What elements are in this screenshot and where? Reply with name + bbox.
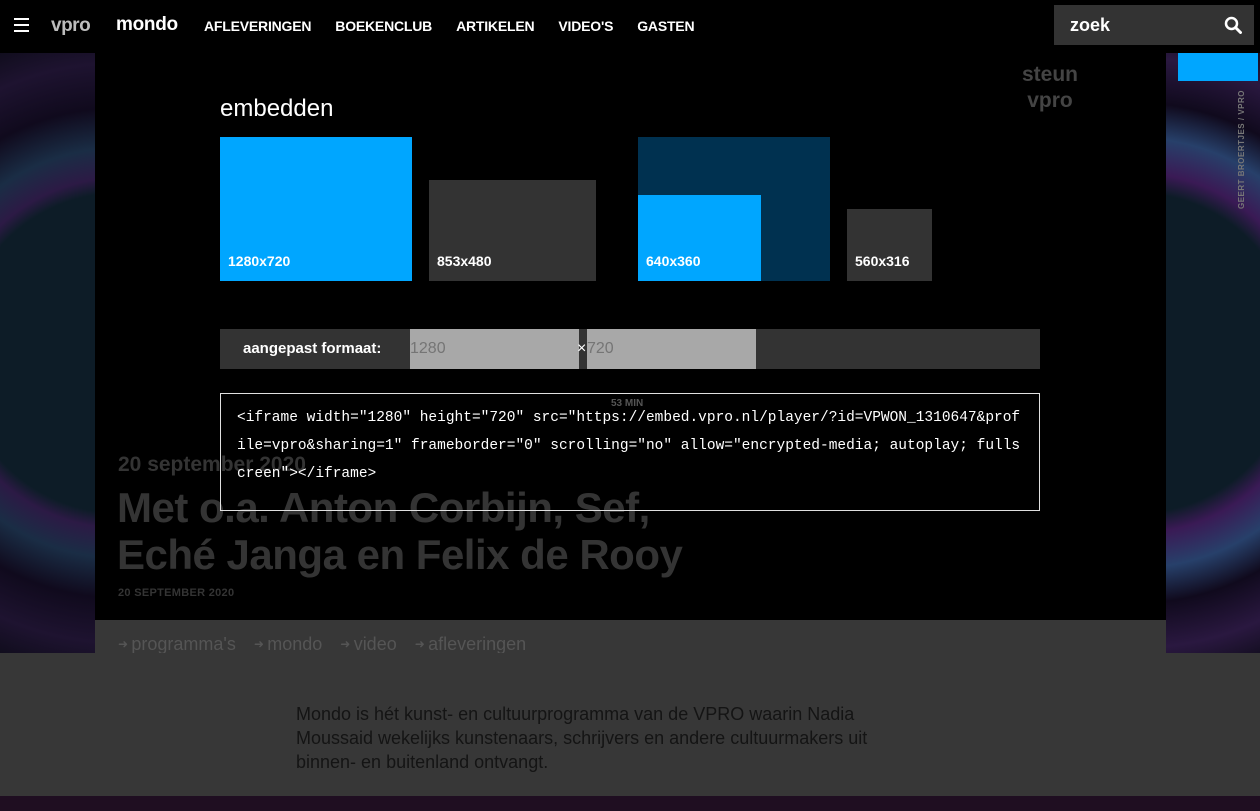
embed-title: embedden — [220, 95, 334, 122]
custom-size-label: aangepast formaat: — [243, 340, 382, 357]
crumb-video[interactable]: video — [340, 634, 397, 655]
size-option-853x480[interactable]: 853x480 — [429, 180, 596, 281]
times-sign: × — [577, 340, 587, 357]
menu-icon[interactable] — [14, 18, 29, 32]
episode-subdate: 20 SEPTEMBER 2020 — [118, 587, 235, 599]
size-label: 1280x720 — [228, 253, 291, 269]
size-option-640x360[interactable]: 640x360 — [638, 195, 761, 281]
nav-gasten[interactable]: GASTEN — [637, 18, 694, 34]
steun-line: steun — [1021, 63, 1078, 86]
vpro-logo[interactable]: vpro — [51, 15, 91, 37]
mondo-logo[interactable]: mondo — [116, 14, 178, 36]
search-box — [1054, 5, 1254, 45]
background-art-left — [0, 53, 95, 653]
steun-vpro-link[interactable]: steun vpro — [1010, 62, 1090, 114]
custom-width-input[interactable] — [410, 329, 579, 369]
footer-strip — [0, 796, 1260, 811]
crumb-afleveringen[interactable]: afleveringen — [415, 634, 526, 655]
photo-credit: GEERT BROERTJES / VPRO — [1237, 90, 1246, 210]
main-nav: AFLEVERINGEN BOEKENCLUB ARTIKELEN VIDEO'… — [204, 18, 695, 34]
size-label: 560x316 — [855, 253, 910, 269]
size-option-560x316[interactable]: 560x316 — [847, 209, 932, 281]
nav-afleveringen[interactable]: AFLEVERINGEN — [204, 18, 311, 34]
vpro-line: vpro — [1027, 89, 1073, 112]
nav-videos[interactable]: VIDEO'S — [558, 18, 613, 34]
breadcrumb: programma's mondo video afleveringen — [118, 634, 526, 655]
episode-title-line2: Eché Janga en Felix de Rooy — [117, 531, 683, 578]
program-description: Mondo is hét kunst- en cultuurprogramma … — [296, 704, 868, 772]
size-label: 853x480 — [437, 253, 492, 269]
top-navigation: vpro mondo AFLEVERINGEN BOEKENCLUB ARTIK… — [0, 0, 1260, 53]
nav-boekenclub[interactable]: BOEKENCLUB — [335, 18, 432, 34]
size-option-1280x720[interactable]: 1280x720 — [220, 137, 412, 281]
search-input[interactable] — [1054, 5, 1214, 45]
size-label: 640x360 — [646, 253, 701, 269]
nav-artikelen[interactable]: ARTIKELEN — [456, 18, 535, 34]
side-tab[interactable] — [1178, 53, 1258, 81]
crumb-programmas[interactable]: programma's — [118, 634, 235, 655]
embed-code-box[interactable]: <iframe width="1280" height="720" src="h… — [220, 393, 1040, 511]
crumb-mondo[interactable]: mondo — [254, 634, 322, 655]
search-icon[interactable] — [1224, 16, 1242, 34]
custom-height-input[interactable] — [587, 329, 756, 369]
embed-code[interactable]: <iframe width="1280" height="720" src="h… — [237, 404, 1023, 488]
